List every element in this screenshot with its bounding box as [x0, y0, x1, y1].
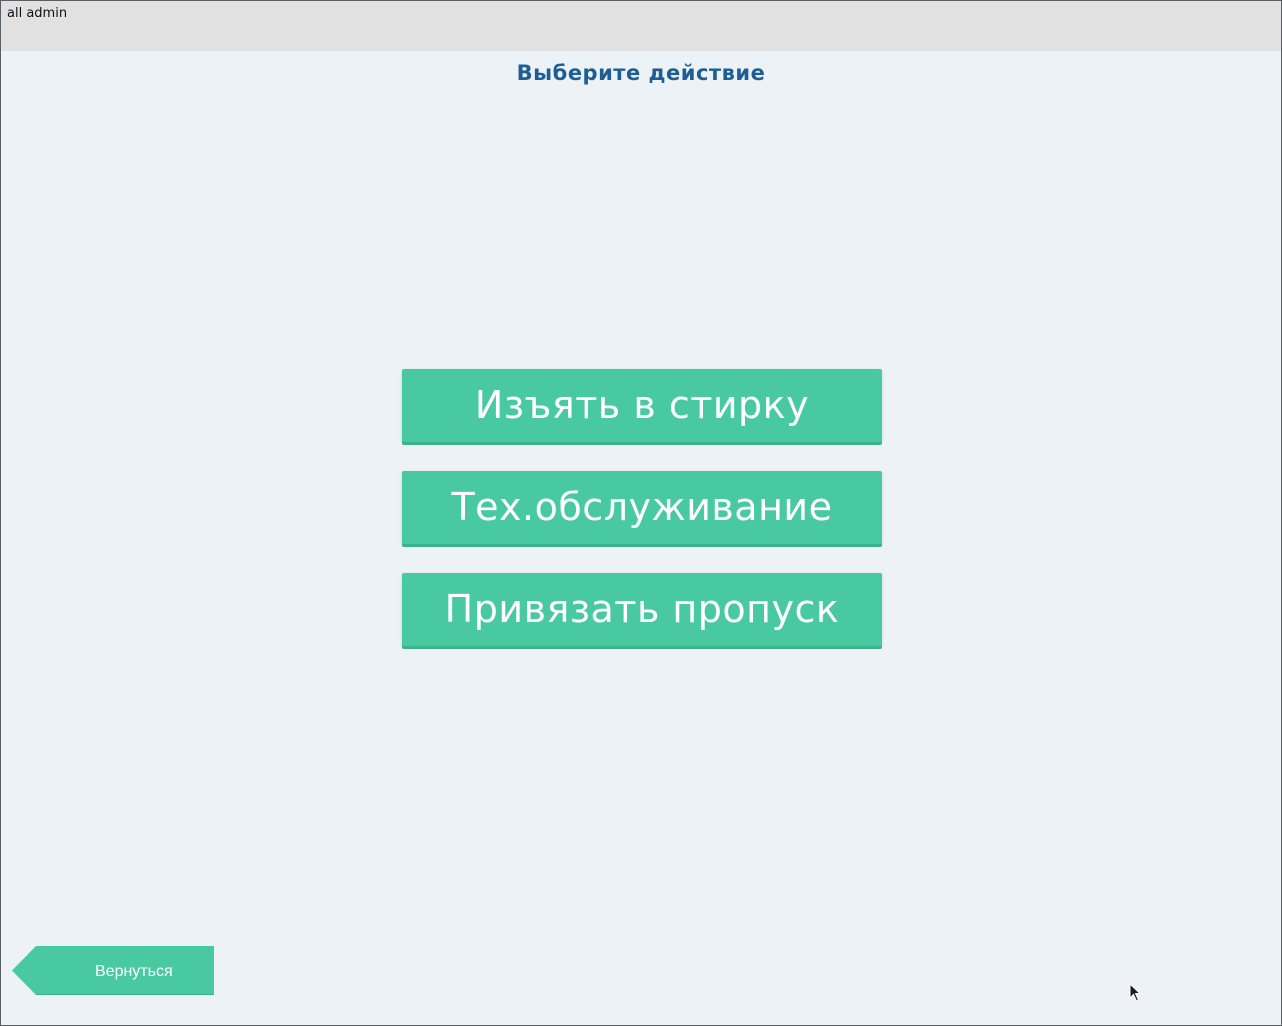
user-label: all admin — [7, 6, 68, 21]
maintenance-button[interactable]: Тех.обслуживание — [402, 471, 882, 544]
page-title: Выберите действие — [516, 61, 766, 85]
top-bar: all admin — [1, 1, 1281, 51]
mouse-pointer-icon — [1129, 983, 1142, 1002]
app-window: all admin Выберите действие Изъять в сти… — [0, 0, 1282, 1026]
back-button[interactable]: Вернуться — [12, 946, 214, 995]
bind-pass-button[interactable]: Привязать пропуск — [402, 573, 882, 646]
withdraw-to-laundry-button[interactable]: Изъять в стирку — [402, 369, 882, 442]
back-button-label: Вернуться — [95, 963, 173, 980]
